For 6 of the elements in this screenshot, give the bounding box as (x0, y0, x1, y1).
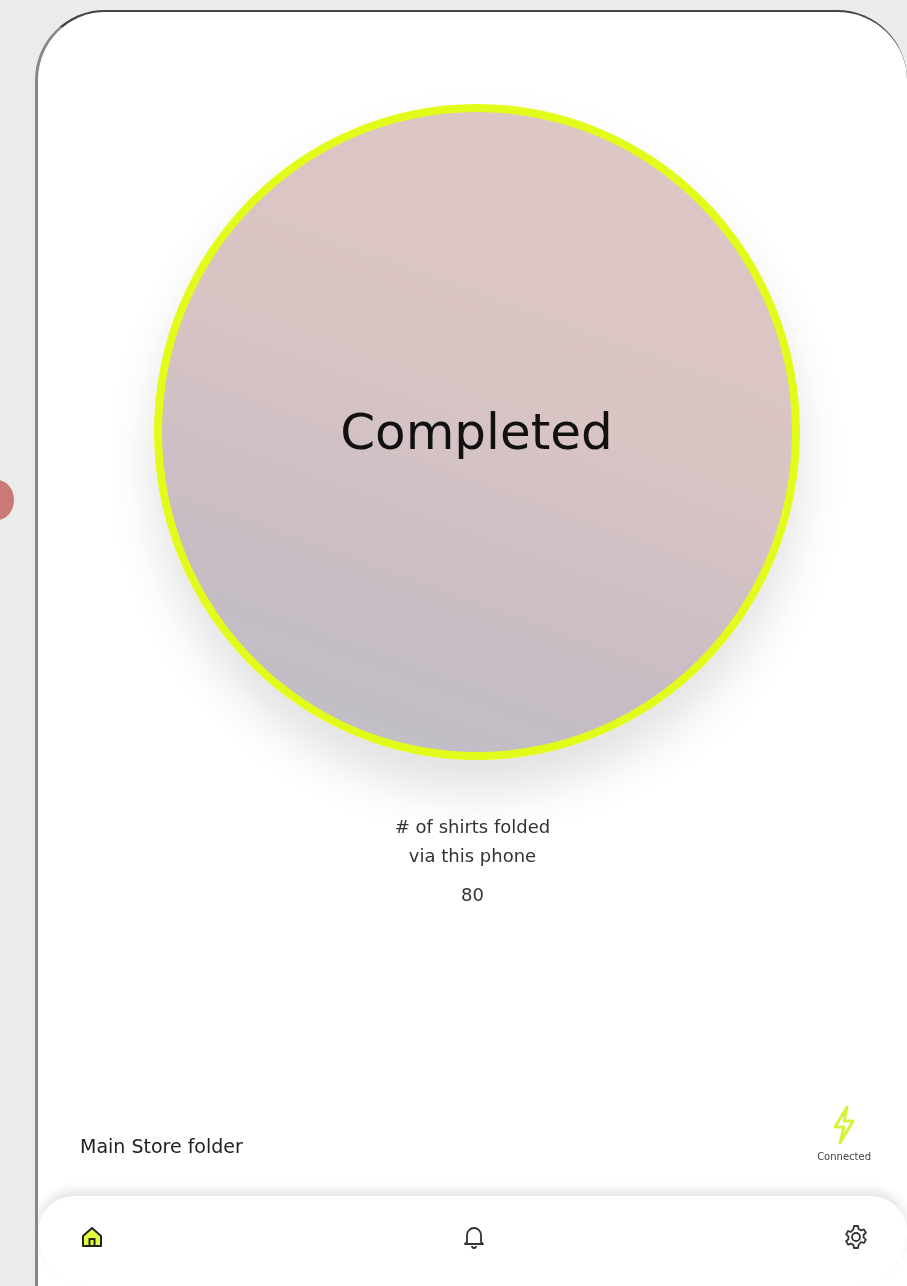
status-label: Completed (340, 403, 613, 461)
connection-status: Connected (817, 1151, 871, 1162)
stat-caption: # of shirts folded via this phone (394, 815, 551, 868)
stat-value: 80 (461, 884, 484, 905)
status-circle[interactable]: Completed (153, 104, 800, 760)
folder-name: Main Store folder (80, 1135, 243, 1157)
